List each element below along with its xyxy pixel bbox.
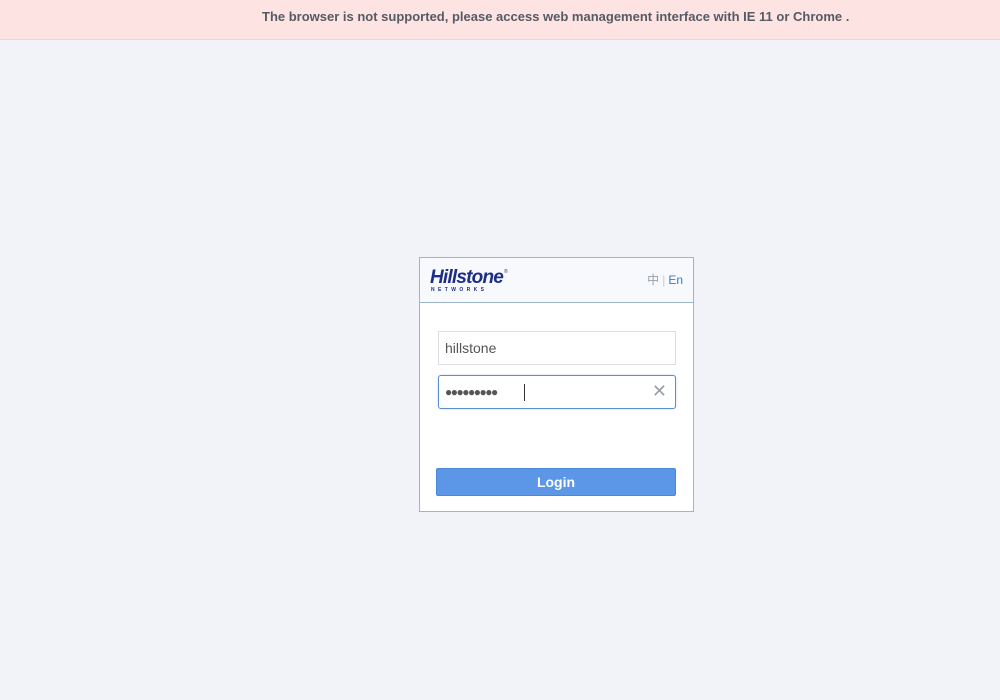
logo-subtitle: NETWORKS xyxy=(431,287,488,293)
login-panel: Hillstone ® NETWORKS 中 | En hillstone ●●●●… xyxy=(419,257,694,512)
logo-registered-mark: ® xyxy=(504,269,508,275)
logo-wordmark: Hillstone xyxy=(430,267,504,288)
username-input[interactable]: hillstone xyxy=(438,331,676,365)
hillstone-logo: Hillstone ® NETWORKS xyxy=(430,268,510,294)
clear-icon[interactable]: ✕ xyxy=(652,376,667,406)
language-separator: | xyxy=(662,273,666,287)
browser-warning-text: The browser is not supported, please acc… xyxy=(262,9,850,24)
browser-warning-banner: The browser is not supported, please acc… xyxy=(0,0,1000,40)
password-value: ●●●●●●●●● xyxy=(445,385,498,399)
login-header: Hillstone ® NETWORKS 中 | En xyxy=(420,258,693,303)
language-switch: 中 | En xyxy=(647,273,683,287)
username-value: hillstone xyxy=(445,340,497,356)
text-caret xyxy=(524,384,525,401)
password-input[interactable]: ●●●●●●●●● ✕ xyxy=(438,375,676,409)
login-button[interactable]: Login xyxy=(436,468,676,496)
language-chinese-link[interactable]: 中 xyxy=(647,273,659,287)
language-english-link[interactable]: En xyxy=(668,273,683,287)
